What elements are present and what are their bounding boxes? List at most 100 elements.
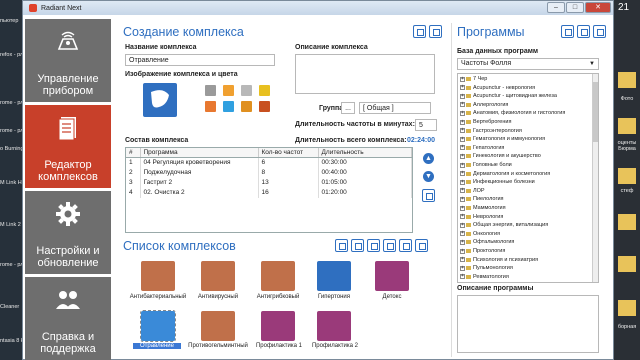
nav-device-control[interactable]: Управление прибором [25, 19, 111, 102]
expand-icon[interactable]: + [460, 162, 465, 168]
desktop-shortcut[interactable]: rome - рлык [0, 100, 22, 106]
table-row[interactable]: 1 04 Регуляция кроветворения 6 00:30:00 [126, 157, 412, 168]
folder-icon[interactable] [618, 300, 636, 316]
tree-item[interactable]: + Пиелология [460, 196, 504, 202]
desktop-shortcut[interactable]: refox - рлык [0, 52, 22, 58]
folder-icon[interactable] [618, 168, 636, 184]
expand-icon[interactable]: + [460, 85, 465, 91]
tree-item[interactable]: + Неврология [460, 214, 503, 220]
desktop-shortcut[interactable]: Cleaner [0, 304, 22, 310]
tree-item[interactable]: + Офтальмология [460, 239, 514, 245]
complex-tile-detox[interactable] [375, 261, 409, 291]
nav-complex-editor[interactable]: Редактор комплексов [25, 105, 111, 188]
desktop-shortcut[interactable]: борная [614, 324, 640, 330]
nav-settings[interactable]: Настройки и обновление [25, 191, 111, 274]
expand-icon[interactable]: + [460, 93, 465, 99]
tree-item[interactable]: + Гематология и иммунология [460, 136, 545, 142]
tree-item[interactable]: + Психология и психиатрия [460, 257, 538, 263]
color-swatch[interactable] [241, 85, 252, 96]
tree-item[interactable]: + ЛОР [460, 188, 485, 194]
export-icon[interactable] [383, 239, 396, 252]
tree-item[interactable]: + Acupunctur - неврология [460, 85, 535, 91]
remove-program-icon[interactable] [422, 189, 435, 202]
expand-icon[interactable]: + [460, 257, 465, 263]
tree-item[interactable]: + Гепатология [460, 145, 504, 151]
expand-icon[interactable]: + [460, 205, 465, 211]
expand-icon[interactable]: + [460, 196, 465, 202]
expand-icon[interactable]: + [460, 179, 465, 185]
print-icon[interactable] [367, 239, 380, 252]
tree-item[interactable]: + Вертеброгения [460, 119, 511, 125]
tree-scrollbar[interactable] [592, 74, 598, 282]
desktop-shortcut[interactable]: M Link Home [0, 180, 22, 186]
expand-icon[interactable]: + [460, 153, 465, 159]
db-select[interactable]: Частоты Фолля ▼ [457, 58, 599, 70]
complex-tile-prophylaxis-1[interactable] [261, 311, 295, 341]
tree-item[interactable]: + Пульмонология [460, 265, 513, 271]
color-swatch[interactable] [223, 85, 234, 96]
tree-item[interactable]: + Головные боли [460, 162, 512, 168]
desktop-shortcut[interactable]: ntasia 8 Home [0, 338, 22, 344]
desktop-shortcut[interactable]: пьютер [0, 18, 22, 24]
desktop-shortcut[interactable]: o Burning ROM [0, 146, 22, 152]
color-swatch[interactable] [205, 85, 216, 96]
expand-icon[interactable]: + [460, 222, 465, 228]
table-row[interactable]: 2 Поджелудочная 8 00:40:00 [126, 167, 412, 178]
tree-item[interactable]: + Общая энергия, витализация [460, 222, 548, 228]
calendar-icon[interactable] [335, 239, 348, 252]
settings-program-icon[interactable] [593, 25, 606, 38]
table-row[interactable]: 3 Гастрит 2 13 01:05:00 [126, 177, 412, 188]
complex-tile-prophylaxis-2[interactable] [317, 311, 351, 341]
color-swatch[interactable] [241, 101, 252, 112]
close-button[interactable]: ✕ [585, 2, 611, 13]
expand-icon[interactable]: + [460, 145, 465, 151]
complex-tile-antifungal[interactable] [261, 261, 295, 291]
table-row[interactable]: 4 02. Очистка 2 16 01:20:00 [126, 187, 412, 198]
add-program-icon[interactable] [561, 25, 574, 38]
expand-icon[interactable]: + [460, 265, 465, 271]
move-up-icon[interactable]: ▲ [423, 153, 434, 164]
expand-icon[interactable]: + [460, 231, 465, 237]
complex-tile-hypertension[interactable] [317, 261, 351, 291]
title-bar[interactable]: Radiant Next – □ ✕ [23, 1, 613, 15]
table-view-icon[interactable] [351, 239, 364, 252]
col-header[interactable]: Программа [140, 148, 259, 158]
expand-icon[interactable]: + [460, 274, 465, 280]
expand-icon[interactable]: + [460, 214, 465, 220]
minimize-button[interactable]: – [547, 2, 565, 13]
freq-duration-select[interactable]: 5 [415, 119, 437, 131]
color-swatch[interactable] [259, 101, 270, 112]
folder-icon[interactable] [618, 256, 636, 272]
expand-icon[interactable]: + [460, 110, 465, 116]
color-swatch[interactable] [223, 101, 234, 112]
tree-item[interactable]: + Аллергология [460, 102, 508, 108]
group-browse-button[interactable]: ... [341, 102, 355, 114]
expand-icon[interactable]: + [460, 76, 465, 82]
delete-complex-icon[interactable] [415, 239, 428, 252]
name-input[interactable]: Отравление [125, 54, 275, 66]
desktop-shortcut[interactable]: rome - рлык [0, 262, 22, 268]
complex-tile-antiviral[interactable] [201, 261, 235, 291]
expand-icon[interactable]: + [460, 188, 465, 194]
expand-icon[interactable]: + [460, 239, 465, 245]
desktop-shortcut[interactable]: Фото [614, 96, 640, 102]
color-swatch[interactable] [205, 101, 216, 112]
col-header[interactable]: Кол-во частот [258, 148, 319, 158]
expand-icon[interactable]: + [460, 102, 465, 108]
import-icon[interactable] [399, 239, 412, 252]
color-swatch[interactable] [259, 85, 270, 96]
desktop-shortcut[interactable]: стеф [614, 188, 640, 194]
maximize-button[interactable]: □ [566, 2, 584, 13]
expand-icon[interactable]: + [460, 119, 465, 125]
expand-icon[interactable]: + [460, 128, 465, 134]
tree-item[interactable]: + Acupunctur - щитовидная железа [460, 93, 557, 99]
description-textarea[interactable] [295, 54, 435, 94]
move-down-icon[interactable]: ▼ [423, 171, 434, 182]
folder-icon[interactable] [618, 72, 636, 88]
group-select[interactable]: [ Общая ] [359, 102, 431, 114]
expand-icon[interactable]: + [460, 136, 465, 142]
tree-item[interactable]: + Проктология [460, 248, 505, 254]
tree-item[interactable]: + Ревматология [460, 274, 509, 280]
search-program-icon[interactable] [577, 25, 590, 38]
scroll-thumb[interactable] [593, 82, 598, 142]
